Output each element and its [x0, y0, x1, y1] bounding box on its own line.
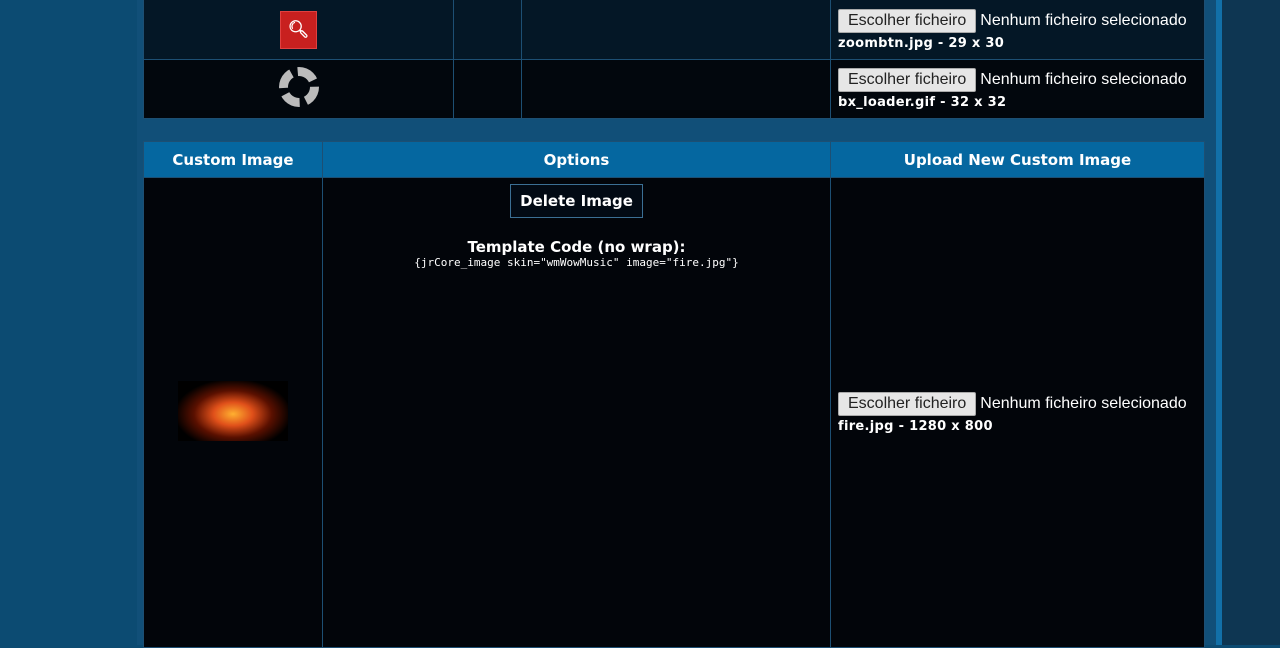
custom-images-table: Custom Image Options Upload New Custom I… [143, 141, 1205, 648]
file-info: fire.jpg - 1280 x 800 [838, 418, 993, 434]
content-container: 🔍︎ Escolher ficheiro Nenhum ficheiro sele… [137, 0, 1216, 648]
image-cell: 🔍︎ [143, 0, 454, 60]
upload-cell: Escolher ficheiro Nenhum ficheiro selecio… [830, 177, 1205, 648]
skin-images-table: 🔍︎ Escolher ficheiro Nenhum ficheiro sele… [143, 0, 1205, 119]
file-info: bx_loader.gif - 32 x 32 [838, 95, 1007, 110]
loader-icon [278, 67, 319, 107]
search-icon: 🔍︎ [280, 10, 317, 49]
table-row: Delete Image Template Code (no wrap): {j… [143, 177, 1205, 648]
choose-file-button[interactable]: Escolher ficheiro [838, 68, 977, 92]
choose-file-button[interactable]: Escolher ficheiro [838, 391, 977, 416]
upload-cell: Escolher ficheiro Nenhum ficheiro selecio… [830, 59, 1205, 119]
table-row: 🔍︎ Escolher ficheiro Nenhum ficheiro sele… [143, 0, 1205, 60]
image-cell [143, 59, 454, 119]
table-row: Escolher ficheiro Nenhum ficheiro selecio… [143, 59, 1205, 119]
file-info: zoombtn.jpg - 29 x 30 [838, 35, 1005, 51]
choose-file-button[interactable]: Escolher ficheiro [838, 8, 977, 33]
table-header: Custom Image Options Upload New Custom I… [143, 141, 1205, 178]
header-custom-image: Custom Image [143, 141, 323, 178]
options-cell: Delete Image Template Code (no wrap): {j… [322, 177, 831, 648]
no-file-text: Nenhum ficheiro selecionado [980, 394, 1187, 412]
no-file-text: Nenhum ficheiro selecionado [980, 71, 1187, 88]
header-upload: Upload New Custom Image [830, 141, 1205, 178]
no-file-text: Nenhum ficheiro selecionado [980, 11, 1187, 29]
image-cell [143, 177, 323, 648]
template-code: {jrCore_image skin="wmWowMusic" image="f… [414, 256, 739, 269]
template-code-label: Template Code (no wrap): [467, 238, 686, 256]
upload-cell: Escolher ficheiro Nenhum ficheiro selecio… [830, 0, 1205, 60]
delete-image-button[interactable]: Delete Image [510, 184, 643, 218]
page-background-right [1222, 0, 1280, 645]
fire-image [178, 380, 288, 441]
header-options: Options [322, 141, 831, 178]
